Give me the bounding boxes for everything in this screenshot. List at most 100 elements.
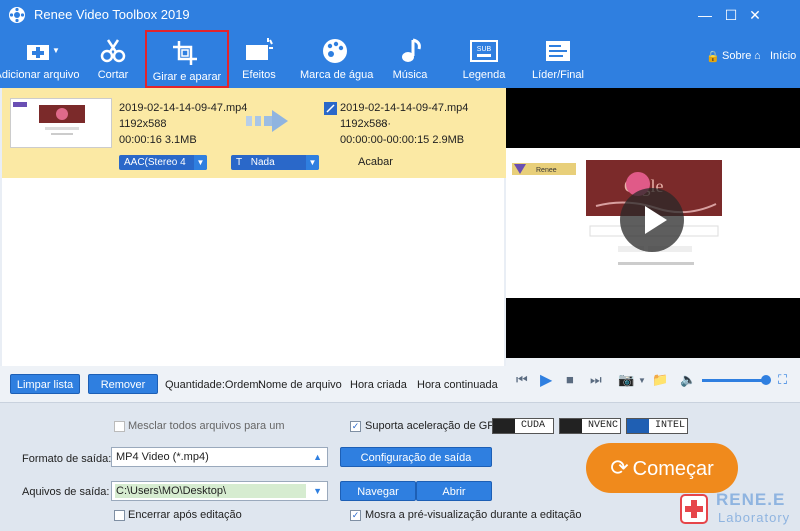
shutdown-label: Encerrar após editação xyxy=(128,509,242,521)
start-label: Começar xyxy=(632,458,714,480)
toolbar-label: Líder/Final xyxy=(532,69,584,81)
list-item[interactable]: 2019-02-14-14-09-47.mp4 1192x588 00:00:1… xyxy=(2,88,506,178)
preview-checkbox[interactable]: ✓ xyxy=(350,510,361,521)
output-more[interactable]: ··· xyxy=(380,118,391,130)
brand-sub: Laboratory xyxy=(718,510,791,525)
chevron-down-icon: ▼ xyxy=(313,486,322,496)
about-link[interactable]: Sobre xyxy=(722,50,751,62)
nvidia-icon xyxy=(560,419,582,433)
output-folder-select[interactable]: C:\Users\MO\Desktop\ ▼ xyxy=(111,481,328,501)
chevron-down-icon: ▼ xyxy=(306,155,319,170)
toolbar-label: Cortar xyxy=(97,69,129,81)
previous-icon[interactable]: ⏮ xyxy=(516,372,528,388)
subtitle-dropdown[interactable]: T Nada ▼ xyxy=(231,155,319,170)
volume-icon[interactable]: 🔈 xyxy=(680,372,696,388)
effects-button[interactable]: Efeitos xyxy=(236,30,282,88)
close-button[interactable]: ✕ xyxy=(744,4,766,26)
folder-icon[interactable]: 📁 xyxy=(652,372,668,388)
audio-track-dropdown[interactable]: AAC(Stereo 4 ▼ xyxy=(119,155,207,170)
status-text: Acabar xyxy=(358,156,393,168)
intro-outro-icon xyxy=(546,41,570,61)
sort-created-option[interactable]: Hora criada xyxy=(350,379,407,391)
chevron-down-icon[interactable]: ▼ xyxy=(52,46,60,55)
rotate-crop-button[interactable]: Girar e aparar xyxy=(145,30,229,88)
preview-label: Mosra a pré-visualização durante a edita… xyxy=(365,509,582,521)
maximize-button[interactable]: ☐ xyxy=(720,4,742,26)
player-controls: ⏮ ▶ ■ ⏭ 📷 ▼ 📁 🔈 ⛶ xyxy=(506,358,800,402)
format-select[interactable]: MP4 Video (*.mp4) ▲ xyxy=(111,447,328,467)
output-duration-size: 00:00:00-00:00:15 2.9MB xyxy=(340,134,465,146)
gpu-label: Suporta aceleração de GPU xyxy=(365,420,503,432)
edit-icon[interactable] xyxy=(324,102,337,118)
window-title: Renee Video Toolbox 2019 xyxy=(34,7,190,22)
play-overlay-button[interactable] xyxy=(620,188,684,252)
subtitle-icon: SUB xyxy=(470,40,498,62)
play-icon xyxy=(645,206,667,234)
music-button[interactable]: Música xyxy=(390,30,430,88)
gpu-checkbox[interactable]: ✓ xyxy=(350,421,361,432)
output-folder-value: C:\Users\MO\Desktop\ xyxy=(116,485,227,497)
play-icon[interactable]: ▶ xyxy=(540,370,552,390)
audio-track-value: AAC(Stereo 4 xyxy=(124,157,186,168)
stop-icon[interactable]: ■ xyxy=(566,372,574,387)
intel-icon xyxy=(627,419,649,433)
toolbar-label: Adicionar arquivo xyxy=(0,69,80,81)
source-duration-size: 00:00:16 3.1MB xyxy=(119,134,197,146)
toolbar-label: Girar e aparar xyxy=(152,71,222,83)
remove-button[interactable]: Remover xyxy=(88,374,158,394)
title-bar: Renee Video Toolbox 2019 — ☐ ✕ xyxy=(0,0,800,30)
video-thumbnail[interactable] xyxy=(10,98,112,148)
intro-outro-button[interactable]: Líder/Final xyxy=(530,30,586,88)
file-list: 2019-02-14-14-09-47.mp4 1192x588 00:00:1… xyxy=(2,88,506,366)
shutdown-checkbox[interactable] xyxy=(114,510,125,521)
chevron-down-icon[interactable]: ▼ xyxy=(638,376,646,385)
browse-button[interactable]: Navegar xyxy=(340,481,416,501)
nvidia-icon xyxy=(493,419,515,433)
effects-icon xyxy=(246,38,273,60)
start-button[interactable]: ⟳ Começar xyxy=(586,443,738,493)
subtitle-value: Nada xyxy=(250,157,275,168)
medical-cross-icon xyxy=(680,494,708,524)
source-resolution: 1192x588 xyxy=(119,118,167,130)
home-icon: ⌂ xyxy=(754,50,761,62)
clear-list-button[interactable]: Limpar lista xyxy=(10,374,80,394)
volume-handle[interactable] xyxy=(761,375,771,385)
crop-icon xyxy=(173,41,197,65)
lock-icon: 🔒 xyxy=(706,51,720,63)
toolbar-label: Legenda xyxy=(462,69,506,81)
format-label: Formato de saída: xyxy=(22,453,112,465)
sort-filename-option[interactable]: Nome de arquivo xyxy=(258,379,342,391)
video-preview[interactable]: Renee G gle xyxy=(506,88,800,358)
open-button[interactable]: Abrir xyxy=(416,481,492,501)
output-filename: 2019-02-14-14-09-47.mp4 xyxy=(340,102,469,114)
add-file-button[interactable]: ▼ Adicionar arquivo xyxy=(0,30,80,88)
refresh-icon: ⟳ xyxy=(610,455,629,480)
scissors-icon xyxy=(100,39,126,63)
home-link[interactable]: Início xyxy=(770,50,796,62)
svg-text:Renee: Renee xyxy=(536,167,557,174)
fullscreen-icon[interactable]: ⛶ xyxy=(778,372,787,388)
toolbar-label: Efeitos xyxy=(242,69,276,81)
next-icon[interactable]: ⏭ xyxy=(590,372,602,388)
main-toolbar: ▼ Adicionar arquivo Cortar Girar e apara… xyxy=(0,30,800,88)
toolbar-label: Música xyxy=(392,69,428,81)
app-logo-icon xyxy=(9,7,25,23)
output-folder-label: Aquivos de saída: xyxy=(22,486,110,498)
format-value: MP4 Video (*.mp4) xyxy=(116,451,209,463)
watermark-button[interactable]: Marca de água xyxy=(300,30,374,88)
order-label: Quantidade:Ordem: xyxy=(165,379,262,391)
sort-continuous-option[interactable]: Hora continuada xyxy=(417,379,498,391)
cut-button[interactable]: Cortar xyxy=(90,30,136,88)
volume-slider[interactable] xyxy=(702,379,764,382)
toolbar-label: Marca de água xyxy=(300,69,374,81)
minimize-button[interactable]: — xyxy=(694,4,716,26)
thumbnail-image xyxy=(11,99,111,147)
merge-checkbox[interactable] xyxy=(114,421,125,432)
chevron-up-icon: ▲ xyxy=(313,452,322,462)
camera-icon[interactable]: 📷 xyxy=(618,372,634,388)
svg-text:SUB: SUB xyxy=(477,46,492,53)
subtitle-button[interactable]: SUB Legenda xyxy=(460,30,508,88)
intel-badge: INTEL xyxy=(626,418,688,434)
source-filename: 2019-02-14-14-09-47.mp4 xyxy=(119,102,248,114)
output-config-button[interactable]: Configuração de saída xyxy=(340,447,492,467)
